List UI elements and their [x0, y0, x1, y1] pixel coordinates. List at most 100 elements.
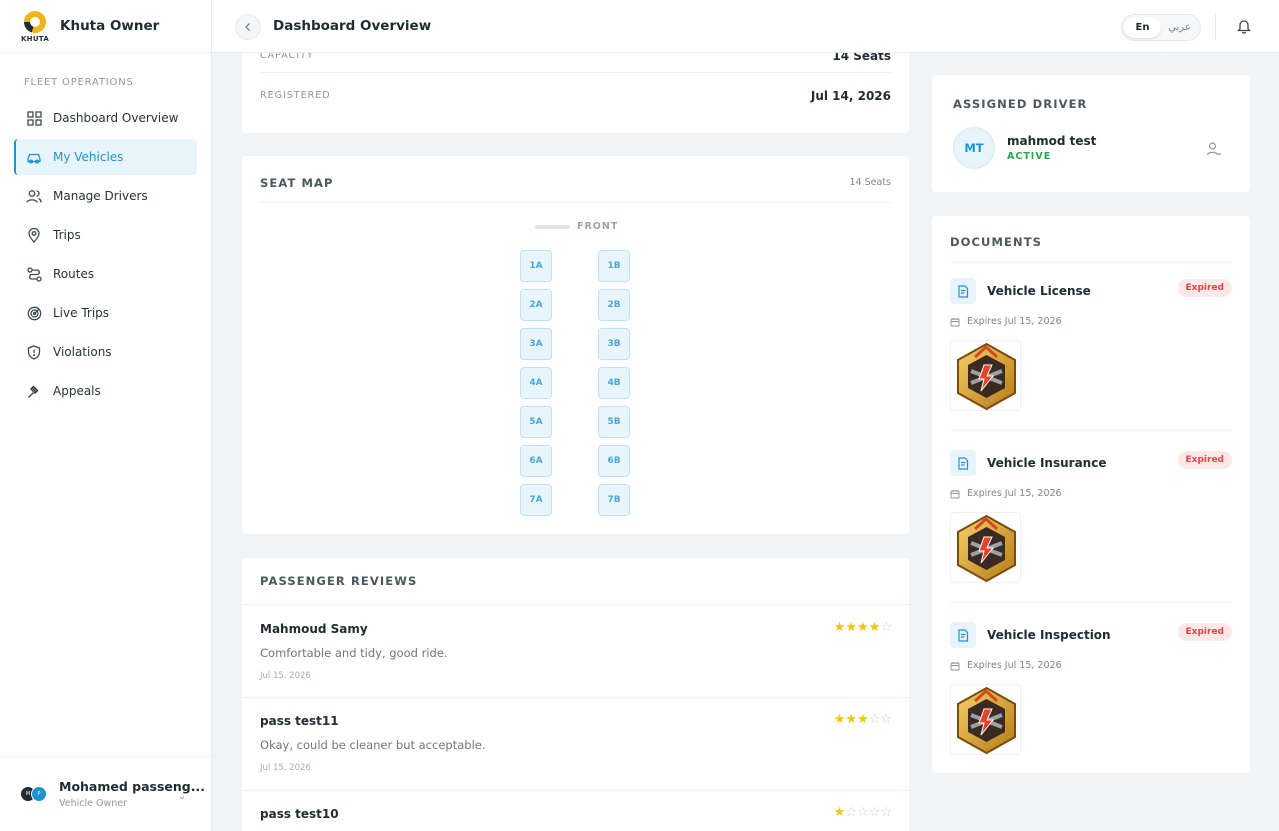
review-text: Comfortable and tidy, good ride. — [260, 646, 448, 660]
route-icon — [26, 266, 42, 282]
seat-button[interactable]: 2A — [520, 289, 552, 321]
sidebar-item-label: Violations — [53, 345, 112, 359]
brand-title: Khuta Owner — [60, 18, 160, 34]
seat-button[interactable]: 7B — [598, 484, 630, 516]
review-date: Jul 15, 2026 — [260, 763, 311, 773]
document-icon — [950, 622, 976, 648]
seat-count: 14 Seats — [849, 177, 891, 188]
registered-label: REGISTERED — [260, 90, 331, 101]
sidebar-item-label: Dashboard Overview — [53, 111, 179, 125]
seat-button[interactable]: 3A — [520, 328, 552, 360]
grid-icon — [26, 110, 42, 126]
documents-title: DOCUMENTS — [950, 235, 1043, 249]
rating-stars: ★★★☆☆ — [833, 712, 892, 727]
document-icon — [950, 450, 976, 476]
user-menu[interactable]: MP Mohamed passeng... Vehicle Owner ⌄ — [0, 756, 211, 831]
document-expiry: Expires Jul 15, 2026 — [950, 488, 1062, 499]
rating-stars: ★☆☆☆☆ — [833, 805, 892, 820]
radar-icon — [26, 305, 42, 321]
section-title: FLEET OPERATIONS — [24, 77, 134, 88]
document-expiry: Expires Jul 15, 2026 — [950, 660, 1062, 671]
sidebar-item-live-trips[interactable]: Live Trips — [14, 295, 197, 331]
review-item: pass test11 ★★★☆☆ Okay, could be cleaner… — [242, 697, 909, 790]
seat-button[interactable]: 1A — [520, 250, 552, 282]
document-name: Vehicle Insurance — [987, 456, 1107, 470]
sidebar-item-label: Trips — [53, 228, 81, 242]
review-text: Okay, could be cleaner but acceptable. — [260, 738, 486, 752]
lang-en-button[interactable]: En — [1124, 17, 1161, 38]
sidebar-item-dashboard-overview[interactable]: Dashboard Overview — [14, 100, 197, 136]
documents-card: DOCUMENTS Vehicle License Expired Expires … — [932, 216, 1250, 773]
bell-icon[interactable] — [1236, 18, 1252, 34]
sidebar-item-label: Live Trips — [53, 306, 110, 320]
brand[interactable]: KHUTA Khuta Owner — [0, 0, 211, 53]
document-expiry: Expires Jul 15, 2026 — [950, 316, 1062, 327]
sidebar-item-trips[interactable]: Trips — [14, 217, 197, 253]
expiry-text: Expires Jul 15, 2026 — [967, 316, 1062, 327]
reviews-title: PASSENGER REVIEWS — [260, 574, 418, 588]
sidebar-item-label: Appeals — [53, 384, 101, 398]
sidebar-item-label: Manage Drivers — [53, 189, 148, 203]
seat-button[interactable]: 6B — [598, 445, 630, 477]
vehicle-info-card: CAPACITY 14 Seats REGISTERED Jul 14, 202… — [242, 53, 909, 133]
expiry-text: Expires Jul 15, 2026 — [967, 660, 1062, 671]
sidebar-item-my-vehicles[interactable]: My Vehicles — [14, 139, 197, 175]
document-icon — [950, 278, 976, 304]
sidebar-item-label: Routes — [53, 267, 95, 281]
user-profile-icon[interactable] — [1206, 141, 1222, 157]
reviewer-name: Mahmoud Samy — [260, 622, 368, 636]
calendar-icon — [950, 317, 960, 326]
sidebar-item-appeals[interactable]: Appeals — [14, 373, 197, 409]
seat-button[interactable]: 5A — [520, 406, 552, 438]
sidebar: KHUTA Khuta Owner FLEET OPERATIONS Dashb… — [0, 0, 212, 831]
reviews-card: PASSENGER REVIEWS Mahmoud Samy ★★★★☆ Com… — [242, 558, 909, 831]
driver-status: ACTIVE — [1007, 151, 1052, 162]
seat-button[interactable]: 1B — [598, 250, 630, 282]
language-switch[interactable]: En عربي — [1121, 14, 1201, 41]
reviewer-name: pass test10 — [260, 807, 339, 821]
driver-card-title: ASSIGNED DRIVER — [953, 97, 1088, 111]
seat-button[interactable]: 4B — [598, 367, 630, 399]
gavel-icon — [26, 383, 42, 399]
users-icon — [26, 188, 42, 204]
rating-stars: ★★★★☆ — [833, 620, 892, 635]
seat-button[interactable]: 7A — [520, 484, 552, 516]
driver-avatar: MT — [953, 127, 995, 169]
document-name: Vehicle License — [987, 284, 1091, 298]
seat-button[interactable]: 6A — [520, 445, 552, 477]
lang-ar-button[interactable]: عربي — [1161, 17, 1198, 38]
sidebar-item-manage-drivers[interactable]: Manage Drivers — [14, 178, 197, 214]
review-item: pass test10 ★☆☆☆☆ — [242, 790, 909, 831]
page-title: Dashboard Overview — [273, 18, 432, 34]
sidebar-item-label: My Vehicles — [53, 150, 124, 164]
document-thumbnail[interactable] — [950, 340, 1021, 411]
avatar: MP — [20, 786, 48, 802]
sidebar-item-violations[interactable]: Violations — [14, 334, 197, 370]
car-icon — [26, 149, 42, 165]
front-marker: FRONT — [535, 221, 618, 232]
seat-button[interactable]: 3B — [598, 328, 630, 360]
back-button[interactable] — [235, 14, 261, 40]
document-name: Vehicle Inspection — [987, 628, 1111, 642]
front-label: FRONT — [577, 221, 619, 232]
khuta-logo: KHUTA — [19, 9, 51, 43]
document-thumbnail[interactable] — [950, 684, 1021, 755]
assigned-driver-card: ASSIGNED DRIVER MT mahmod test ACTIVE — [932, 75, 1250, 192]
calendar-icon — [950, 489, 960, 498]
chevron-down-icon: ⌄ — [178, 791, 187, 802]
chevron-left-icon — [245, 23, 250, 31]
divider — [1215, 14, 1216, 40]
seat-map-card: SEAT MAP 14 Seats FRONT 1A 1B 2A 2B 3A 3B 4A 4B… — [242, 156, 909, 534]
status-badge: Expired — [1177, 279, 1232, 297]
document-thumbnail[interactable] — [950, 512, 1021, 583]
reviewer-name: pass test11 — [260, 714, 339, 728]
sidebar-item-routes[interactable]: Routes — [14, 256, 197, 292]
seat-map-title: SEAT MAP — [260, 176, 334, 190]
driver-name: mahmod test — [1007, 134, 1097, 148]
seat-button[interactable]: 2B — [598, 289, 630, 321]
map-pin-icon — [26, 227, 42, 243]
topbar: Dashboard Overview En عربي — [212, 0, 1279, 53]
seat-button[interactable]: 5B — [598, 406, 630, 438]
status-badge: Expired — [1177, 623, 1232, 641]
seat-button[interactable]: 4A — [520, 367, 552, 399]
